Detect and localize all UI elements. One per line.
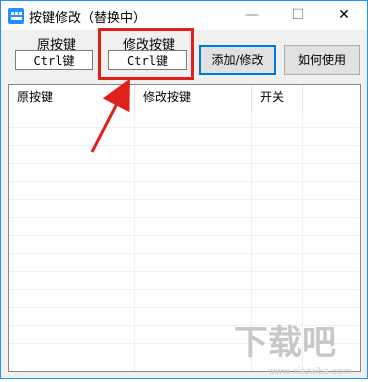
column-header-modified[interactable]: 修改按键 bbox=[135, 85, 251, 110]
add-modify-button[interactable]: 添加/修改 bbox=[199, 45, 276, 75]
column-header-toggle[interactable]: 开关 bbox=[252, 85, 302, 110]
close-button[interactable]: ✕ bbox=[321, 1, 367, 30]
column-divider[interactable] bbox=[302, 85, 303, 110]
column-header-original[interactable]: 原按键 bbox=[9, 85, 134, 110]
help-button[interactable]: 如何使用 bbox=[284, 45, 360, 75]
watermark-brand: 下载吧 bbox=[234, 323, 336, 363]
original-key-field[interactable]: Ctrl键 bbox=[15, 50, 93, 70]
watermark-logo: 下载吧 www.xiazaiba.com bbox=[228, 318, 368, 378]
maximize-button[interactable]: ☐ bbox=[275, 1, 321, 30]
highlight-box bbox=[98, 28, 194, 80]
watermark-url: www.xiazaiba.com bbox=[268, 367, 352, 377]
window-title: 按键修改（替换中） bbox=[29, 11, 147, 26]
title-bar[interactable]: 按键修改（替换中） — ☐ ✕ bbox=[1, 1, 367, 30]
minimize-button[interactable]: — bbox=[229, 1, 275, 30]
keyboard-icon bbox=[8, 8, 24, 24]
